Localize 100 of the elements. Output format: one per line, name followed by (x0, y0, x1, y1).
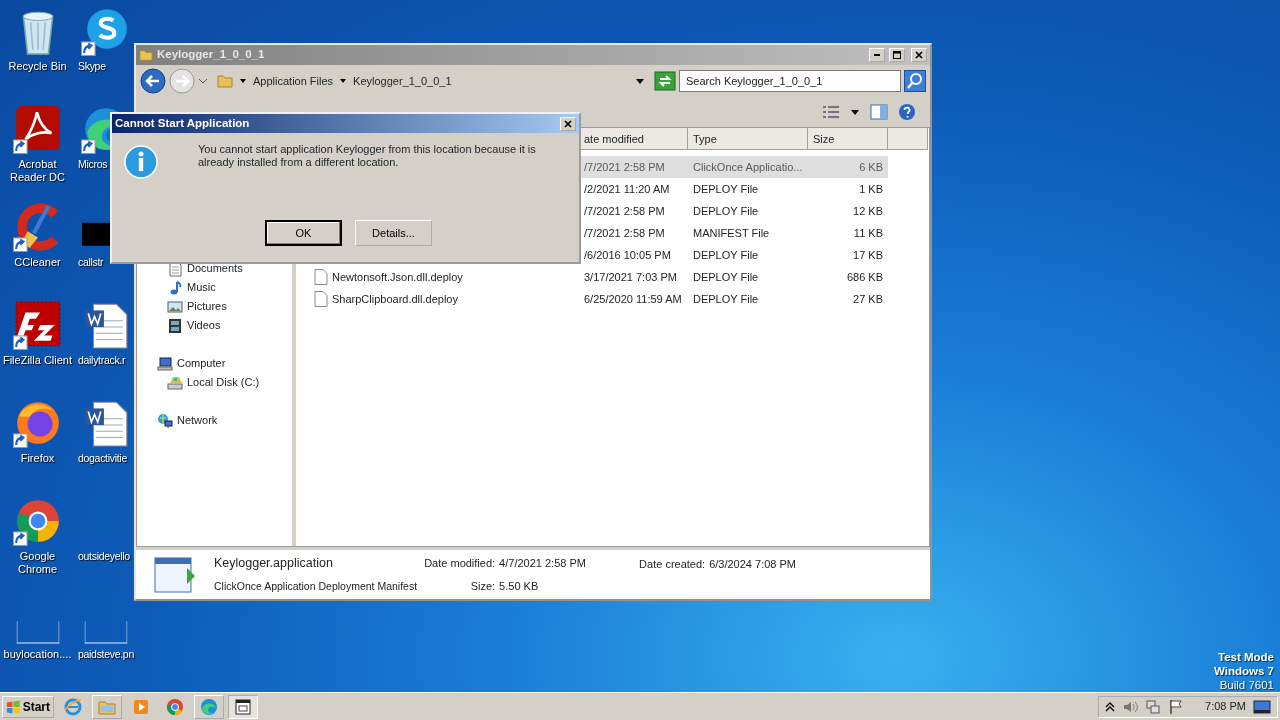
size-cell-text: 27 KB (852, 292, 884, 307)
type-cell-text: DEPLOY File (692, 182, 760, 197)
close-icon (915, 51, 923, 59)
system-notice-text: Build 7601 (1219, 678, 1274, 692)
desktop-icon-label[interactable]: Recycle Bin (0, 60, 75, 73)
date-created-value: 6/3/2024 7:08 PM (709, 557, 796, 572)
nav-item[interactable]: Pictures (187, 298, 227, 315)
breadcrumb-link[interactable]: Application Files (253, 72, 334, 90)
minimize-icon (874, 54, 880, 56)
info-icon (124, 145, 158, 179)
date-cell-text: 6/25/2020 11:59 AM (583, 292, 683, 307)
nav-item[interactable]: Videos (187, 317, 221, 334)
desktop-icon-label[interactable]: paidsteve.pn (75, 648, 133, 661)
maximize-button[interactable] (889, 48, 905, 62)
maximize-icon (892, 50, 902, 60)
file-name[interactable]: SharpClipboard.dll.deploy (332, 288, 458, 310)
show-desktop-icon[interactable] (1253, 699, 1271, 714)
taskbar-button[interactable] (228, 694, 258, 719)
type-cell-text: DEPLOY File (692, 204, 760, 219)
nav-item[interactable]: Documents (187, 260, 243, 277)
clock[interactable]: 7:08 PM (1205, 698, 1246, 715)
dialog-button[interactable]: OK (265, 220, 342, 246)
ftp-app-icon[interactable] (12, 300, 63, 350)
view-options-icon[interactable] (822, 104, 840, 120)
breadcrumb-link[interactable]: Keylogger_1_0_0_1 (353, 72, 452, 90)
close-button[interactable] (560, 116, 576, 131)
size-cell-text: 17 KB (852, 248, 884, 263)
caret-icon[interactable] (239, 77, 247, 85)
desktop-icon-label[interactable]: FileZilla Client (0, 354, 75, 367)
date-cell-text: /7/2021 2:58 PM (583, 204, 666, 219)
type-cell-text: MANIFEST File (692, 226, 771, 241)
file-icon[interactable] (314, 269, 328, 285)
type-cell-text: DEPLOY File (692, 270, 760, 285)
desktop-icon-label[interactable]: Micros (75, 158, 108, 171)
date-modified-label: Date modified: (423, 556, 496, 571)
window-title: Keylogger_1_0_0_1 (157, 47, 265, 63)
date-cell-text: 3/17/2021 7:03 PM (583, 270, 678, 285)
date-cell-text: /6/2016 10:05 PM (583, 248, 672, 263)
network-icon[interactable] (157, 412, 173, 429)
browser-icon (64, 697, 82, 716)
nav-item[interactable]: Computer (177, 355, 226, 372)
folder-icon (217, 73, 233, 89)
date-cell-text: /2/2021 11:20 AM (583, 182, 671, 197)
nav-item[interactable]: Network (177, 412, 218, 429)
close-button[interactable] (911, 48, 927, 62)
type-cell-text: DEPLOY File (692, 292, 760, 307)
system-notice-text: Windows 7 (1214, 664, 1274, 678)
browser-icon (200, 697, 218, 716)
file-type: ClickOnce Application Deployment Manifest (214, 579, 418, 594)
app-window-icon (234, 697, 252, 716)
size-cell-text: 686 KB (845, 270, 884, 285)
pdf-app-icon[interactable] (12, 104, 63, 154)
close-icon (563, 118, 573, 129)
caret-icon[interactable] (850, 107, 860, 117)
size-value: 5.50 KB (499, 578, 539, 594)
system-notice-text: Test Mode (1218, 650, 1274, 664)
desktop-icon-label[interactable]: dailytrack.r (75, 354, 126, 367)
nav-item[interactable]: Music (187, 279, 216, 296)
start-button[interactable]: Start (2, 695, 54, 718)
dropdown-icon[interactable] (198, 76, 208, 86)
help-icon[interactable] (898, 103, 916, 121)
preview-pane-icon[interactable] (870, 104, 888, 120)
file-name[interactable]: Newtonsoft.Json.dll.deploy (332, 266, 463, 288)
desktop-icon-label[interactable]: Firefox (0, 452, 75, 465)
column-header[interactable]: ate modified (579, 128, 688, 150)
column-header[interactable]: Size (808, 128, 888, 150)
nav-item[interactable]: Local Disk (C:) (187, 374, 260, 391)
desktop-icon-label[interactable]: dogactivitie (75, 452, 127, 465)
desktop-icon-label[interactable]: outsideyello (75, 550, 130, 563)
caret-icon[interactable] (635, 76, 645, 86)
dialog-message: You cannot start application Keylogger from this location because it is already installed from a different location. (198, 143, 537, 170)
search-button[interactable] (904, 70, 926, 92)
desktop-icon-label[interactable]: buylocation.... (0, 648, 75, 661)
column-header[interactable]: Type (688, 128, 808, 150)
caret-icon[interactable] (339, 77, 348, 85)
file-icon[interactable] (314, 291, 328, 307)
date-created-label: Date created: (639, 557, 706, 572)
flag-icon[interactable] (1168, 698, 1185, 715)
picture-icon[interactable] (167, 298, 183, 315)
date-cell-text: /7/2021 2:58 PM (583, 226, 666, 241)
search-field[interactable]: Search Keylogger_1_0_0_1 (679, 70, 901, 92)
desktop-icon-label[interactable]: Google Chrome (0, 550, 75, 576)
refresh-button[interactable] (654, 71, 676, 91)
desktop-icon-label[interactable]: callstr (75, 256, 104, 269)
dialog-button[interactable]: Details... (355, 220, 432, 246)
date-cell: /7/2021 2:58 PM (579, 156, 688, 178)
computer-icon[interactable] (157, 355, 173, 372)
size-cell: 6 KB (808, 156, 888, 178)
film-icon[interactable] (167, 317, 183, 334)
size-cell-text: 1 KB (858, 182, 884, 197)
minimize-button[interactable] (869, 48, 885, 62)
browser-icon (166, 697, 184, 716)
size-label: Size: (469, 578, 496, 594)
desktop-icon-label[interactable]: Skype (75, 60, 106, 73)
dialog-title: Cannot Start Application (115, 115, 250, 131)
application-file-icon (154, 556, 196, 593)
desktop-icon-label[interactable]: CCleaner (0, 256, 75, 269)
chevron-up-icon[interactable] (1105, 700, 1116, 713)
desktop-icon-label[interactable]: Acrobat Reader DC (0, 158, 75, 184)
back-button[interactable] (140, 68, 166, 94)
